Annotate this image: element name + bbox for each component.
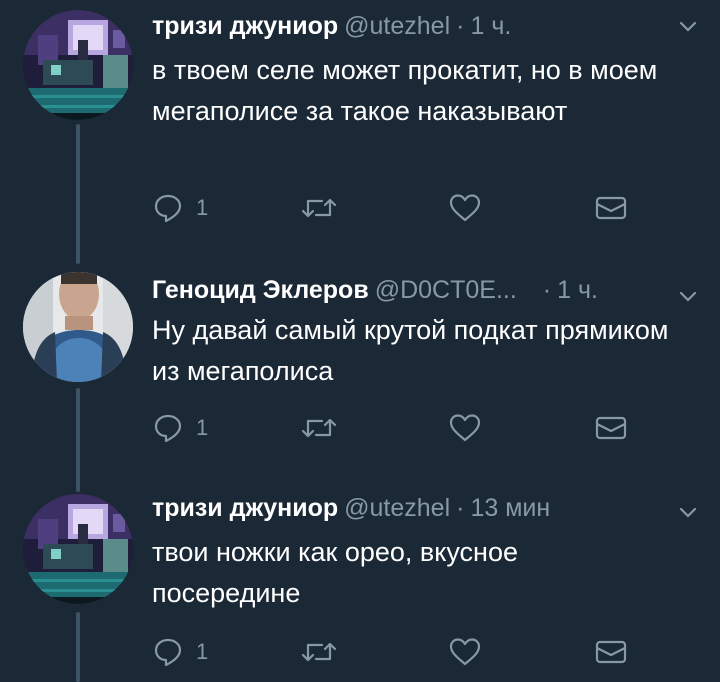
tweet-header: тризи джуниор @utezhel · 13 мин — [152, 490, 720, 526]
reply-button[interactable]: 1 — [152, 632, 208, 672]
avatar[interactable] — [23, 272, 133, 382]
direct-message-icon — [595, 640, 627, 664]
reply-button[interactable]: 1 — [152, 408, 208, 448]
tweet-actions: 1 — [152, 632, 652, 672]
user-handle[interactable]: @D0CT0E... — [375, 276, 517, 304]
retweet-button[interactable] — [300, 632, 338, 672]
timestamp[interactable]: 13 мин — [470, 494, 550, 522]
reply-count: 1 — [196, 195, 209, 220]
timestamp[interactable]: 1 ч. — [470, 12, 511, 40]
tweet[interactable]: Геноцид Эклеров @D0CT0E... · 1 ч. Ну давай … — [0, 264, 720, 488]
reply-count: 1 — [196, 639, 209, 664]
tweet-header: тризи джуниор @utezhel · 1 ч. — [152, 8, 720, 44]
reply-button[interactable]: 1 — [152, 188, 208, 228]
tweet-actions: 1 — [152, 188, 652, 228]
tweet-header: Геноцид Эклеров @D0CT0E... · 1 ч. — [152, 272, 720, 308]
direct-message-button[interactable] — [594, 188, 628, 228]
retweet-button[interactable] — [300, 188, 338, 228]
chevron-down-icon[interactable] — [678, 502, 698, 522]
separator-dot: · — [456, 494, 465, 522]
like-button[interactable] — [448, 188, 482, 228]
tweet-thread: тризи джуниор @utezhel · 1 ч. в твоем селе … — [0, 0, 720, 682]
tweet-text: в твоем селе может прокатит, но в моем м… — [152, 55, 658, 126]
timestamp[interactable]: 1 ч. — [557, 276, 598, 304]
direct-message-button[interactable] — [594, 408, 628, 448]
tweet-text: твои ножки как орео, вкусное посередине — [152, 537, 518, 608]
tweet-actions: 1 — [152, 408, 652, 448]
separator-dot: · — [456, 12, 465, 40]
reply-count: 1 — [196, 415, 209, 440]
direct-message-icon — [595, 196, 627, 220]
like-icon — [449, 194, 481, 222]
like-icon — [449, 638, 481, 666]
retweet-button[interactable] — [300, 408, 338, 448]
tweet[interactable]: тризи джуниор @utezhel · 1 ч. в твоем селе … — [0, 0, 720, 264]
separator-dot: · — [542, 276, 552, 304]
retweet-icon — [301, 418, 337, 438]
direct-message-icon — [595, 416, 627, 440]
display-name[interactable]: тризи джуниор — [152, 494, 338, 522]
avatar[interactable] — [23, 10, 133, 120]
user-handle[interactable]: @utezhel — [344, 494, 450, 522]
reply-icon — [154, 194, 182, 223]
display-name[interactable]: Геноцид Эклеров — [152, 276, 369, 304]
retweet-icon — [301, 642, 337, 662]
display-name[interactable]: тризи джуниор — [152, 12, 338, 40]
reply-icon — [154, 638, 182, 667]
chevron-down-icon[interactable] — [678, 16, 698, 36]
chevron-down-icon[interactable] — [678, 286, 698, 306]
avatar[interactable] — [23, 494, 133, 604]
like-button[interactable] — [448, 408, 482, 448]
direct-message-button[interactable] — [594, 632, 628, 672]
reply-icon — [154, 414, 182, 443]
like-icon — [449, 414, 481, 442]
tweet-text: Ну давай самый крутой подкат прямиком из… — [152, 315, 669, 386]
tweet[interactable]: тризи джуниор @utezhel · 13 мин твои ножки … — [0, 488, 720, 682]
like-button[interactable] — [448, 632, 482, 672]
user-handle[interactable]: @utezhel — [344, 12, 450, 40]
retweet-icon — [301, 198, 337, 218]
